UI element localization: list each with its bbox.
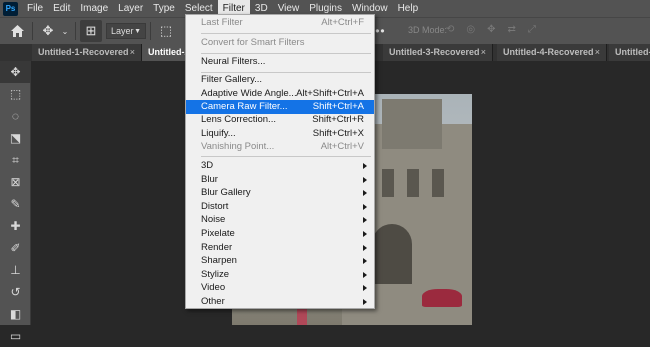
tab-label: Untitled-4-Recovered (503, 47, 594, 57)
shortcut-label: Alt+Ctrl+V (320, 141, 364, 152)
shortcut-label: Alt+Shift+Ctrl+A (296, 88, 364, 99)
menu-item-lens-correction[interactable]: Lens Correction... Shift+Ctrl+R (186, 113, 374, 127)
menu-item-3d[interactable]: 3D (186, 159, 374, 173)
menu-item-pixelate[interactable]: Pixelate (186, 227, 374, 241)
submenu-arrow-icon (363, 245, 367, 251)
menu-item-camera-raw-filter[interactable]: Camera Raw Filter... Shift+Ctrl+A (186, 100, 374, 114)
menu-item-video[interactable]: Video (186, 281, 374, 295)
shortcut-label: Shift+Ctrl+A (312, 101, 364, 112)
menu-item-convert-smart-filters[interactable]: Convert for Smart Filters (186, 36, 374, 50)
submenu-arrow-icon (363, 163, 367, 169)
submenu-arrow-icon (363, 217, 367, 223)
3d-mode-label: 3D Mode: (408, 25, 448, 35)
rotate-3d-icon[interactable]: ⟲ (446, 24, 454, 38)
menu-item-sharpen[interactable]: Sharpen (186, 254, 374, 268)
building-window (432, 169, 444, 197)
gradient-tool-icon[interactable]: ▭ (0, 325, 31, 347)
submenu-arrow-icon (363, 204, 367, 210)
object-select-tool-icon[interactable]: ⬔ (0, 127, 31, 149)
menu-item-noise[interactable]: Noise (186, 213, 374, 227)
menu-type[interactable]: Type (148, 0, 180, 17)
menu-item-vanishing-point[interactable]: Vanishing Point... Alt+Ctrl+V (186, 140, 374, 154)
chevron-down-icon: ▼ (134, 27, 141, 35)
tab-untitled-3-recovered[interactable]: Untitled-3-Recovered × (383, 44, 493, 61)
building-window (382, 169, 394, 197)
tab-label: Untitled-1-Recovered (38, 47, 129, 57)
divider (150, 22, 151, 40)
auto-select-dropdown[interactable]: Layer ▼ (106, 23, 146, 39)
menu-item-other[interactable]: Other (186, 295, 374, 309)
foreground-figure (297, 309, 307, 325)
move-tool-icon[interactable]: ✥ (0, 61, 31, 83)
tab-untitled-4-recovered[interactable]: Untitled-4-Recovered × (497, 44, 607, 61)
divider (75, 22, 76, 40)
building-window (407, 169, 419, 197)
submenu-arrow-icon (363, 258, 367, 264)
submenu-arrow-icon (363, 285, 367, 291)
clone-stamp-tool-icon[interactable]: ⊥ (0, 259, 31, 281)
shortcut-label: Alt+Ctrl+F (321, 17, 364, 28)
menu-image[interactable]: Image (75, 0, 113, 17)
photoshop-logo: Ps (3, 1, 18, 16)
tab-untitled-1[interactable]: Untitled-1 (609, 44, 650, 74)
menu-separator (201, 33, 371, 34)
close-icon[interactable]: × (595, 44, 600, 61)
flower-planter (422, 289, 462, 307)
history-brush-tool-icon[interactable]: ↺ (0, 281, 31, 303)
submenu-arrow-icon (363, 190, 367, 196)
shortcut-label: Shift+Ctrl+R (312, 114, 364, 125)
menu-item-liquify[interactable]: Liquify... Shift+Ctrl+X (186, 127, 374, 141)
auto-select-icon[interactable]: ⊞ (80, 20, 102, 42)
drag-3d-icon[interactable]: ✥ (487, 24, 495, 38)
crop-tool-icon[interactable]: ⌗ (0, 149, 31, 171)
healing-brush-tool-icon[interactable]: ✚ (0, 215, 31, 237)
lasso-tool-icon[interactable]: ◌ (0, 105, 31, 127)
frame-tool-icon[interactable]: ⊠ (0, 171, 31, 193)
tab-label: Untitled-3-Recovered (389, 47, 480, 57)
submenu-arrow-icon (363, 299, 367, 305)
brush-tool-icon[interactable]: ✐ (0, 237, 31, 259)
eyedropper-tool-icon[interactable]: ✎ (0, 193, 31, 215)
close-icon[interactable]: × (130, 44, 135, 61)
menu-item-neural-filters[interactable]: Neural Filters... (186, 55, 374, 69)
menu-separator (201, 156, 371, 157)
menu-help[interactable]: Help (393, 0, 424, 17)
menu-file[interactable]: File (22, 0, 48, 17)
menu-item-blur[interactable]: Blur (186, 173, 374, 187)
menu-item-filter-gallery[interactable]: Filter Gallery... (186, 73, 374, 87)
menu-item-stylize[interactable]: Stylize (186, 268, 374, 282)
transform-controls-icon[interactable]: ⬚ (155, 20, 177, 42)
marquee-tool-icon[interactable]: ⬚ (0, 83, 31, 105)
menu-separator (201, 53, 371, 54)
move-icon[interactable]: ✥ (37, 20, 59, 42)
menu-edit[interactable]: Edit (48, 0, 75, 17)
divider (32, 22, 33, 40)
scale-3d-icon[interactable]: ⤢ (528, 24, 536, 38)
chevron-down-icon[interactable]: ⌄ (59, 20, 71, 42)
tools-panel: ✥ ⬚ ◌ ⬔ ⌗ ⊠ ✎ ✚ ✐ ⊥ ↺ ◧ ▭ (0, 61, 31, 343)
slide-3d-icon[interactable]: ⇄ (508, 24, 516, 38)
building-tower (382, 99, 442, 149)
menu-item-adaptive-wide-angle[interactable]: Adaptive Wide Angle... Alt+Shift+Ctrl+A (186, 87, 374, 101)
submenu-arrow-icon (363, 177, 367, 183)
roll-3d-icon[interactable]: ◎ (466, 24, 475, 38)
layer-select-value: Layer (111, 26, 134, 36)
submenu-arrow-icon (363, 272, 367, 278)
home-icon[interactable] (6, 20, 28, 42)
menu-item-last-filter[interactable]: Last Filter Alt+Ctrl+F (186, 16, 374, 30)
3d-mode-icons: ⟲ ◎ ✥ ⇄ ⤢ (446, 24, 586, 38)
tab-untitled-1-recovered[interactable]: Untitled-1-Recovered × (32, 44, 142, 61)
menu-item-blur-gallery[interactable]: Blur Gallery (186, 186, 374, 200)
building-arch (372, 224, 412, 284)
menu-layer[interactable]: Layer (113, 0, 148, 17)
eraser-tool-icon[interactable]: ◧ (0, 303, 31, 325)
close-icon[interactable]: × (481, 44, 486, 61)
shortcut-label: Shift+Ctrl+X (312, 128, 364, 139)
menu-item-render[interactable]: Render (186, 241, 374, 255)
filter-menu-dropdown: Last Filter Alt+Ctrl+F Convert for Smart… (185, 14, 375, 309)
menu-item-distort[interactable]: Distort (186, 200, 374, 214)
submenu-arrow-icon (363, 231, 367, 237)
